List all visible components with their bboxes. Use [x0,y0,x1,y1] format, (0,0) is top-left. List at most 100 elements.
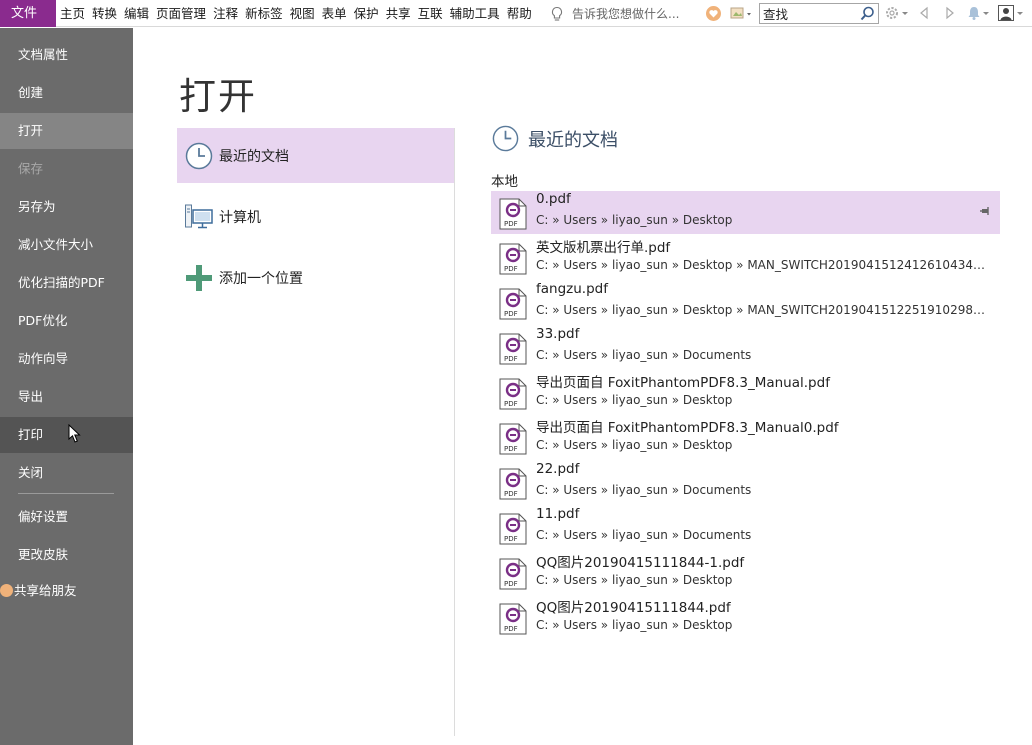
bell-icon[interactable] [966,5,982,21]
image-dropdown-icon[interactable] [730,6,754,21]
open-option-recent[interactable]: 最近的文档 [177,128,454,183]
menu-view[interactable]: 视图 [290,0,315,27]
page-title: 打开 [179,75,257,118]
sidebar-item-document-properties[interactable]: 文档属性 [0,37,133,73]
search-box [759,3,879,24]
recent-file-row[interactable]: PDF 0.pdf C: » Users » liyao_sun » Desktop [491,191,1000,234]
sidebar-item-open[interactable]: 打开 [0,113,133,149]
svg-text:PDF: PDF [504,310,518,318]
open-option-label: 添加一个位置 [219,270,303,287]
mouse-cursor-icon [68,424,81,443]
file-path: C: » Users » liyao_sun » Documents [536,528,752,542]
chevron-down-icon[interactable] [1016,5,1024,21]
file-name: 英文版机票出行单.pdf [536,240,671,256]
menu-organize[interactable]: 页面管理 [156,0,206,27]
svg-text:PDF: PDF [504,580,518,588]
recent-file-row[interactable]: PDF QQ图片20190415111844.pdf C: » Users » li… [491,596,1000,639]
file-path: C: » Users » liyao_sun » Desktop » MAN_S… [536,303,986,317]
svg-text:PDF: PDF [504,445,518,453]
pdf-file-icon: PDF [499,378,527,410]
sidebar-item-save-as[interactable]: 另存为 [0,189,133,225]
recent-file-row[interactable]: PDF 导出页面自 FoxitPhantomPDF8.3_Manual0.pdf C… [491,416,1000,459]
svg-text:PDF: PDF [504,490,518,498]
sidebar-item-print[interactable]: 打印 [0,417,133,453]
pdf-file-icon: PDF [499,513,527,545]
sidebar-item-reduce-size[interactable]: 减小文件大小 [0,227,133,263]
search-icon[interactable] [859,5,876,22]
sidebar-item-preferences[interactable]: 偏好设置 [0,499,133,535]
pin-icon[interactable] [980,206,992,216]
menu-new-tab[interactable]: 新标签 [245,0,283,27]
menu-protect[interactable]: 保护 [354,0,379,27]
svg-text:PDF: PDF [504,625,518,633]
menu-convert[interactable]: 转换 [92,0,117,27]
recent-file-row[interactable]: PDF 11.pdf C: » Users » liyao_sun » Docume… [491,506,1000,549]
file-path: C: » Users » liyao_sun » Desktop [536,438,733,452]
menu-edit[interactable]: 编辑 [124,0,149,27]
menu-file-tab[interactable]: 文件 [0,0,56,27]
svg-text:PDF: PDF [504,220,518,228]
sidebar-item-share[interactable]: 共享给朋友 [0,573,133,609]
recent-documents-title: 最近的文档 [528,129,618,151]
open-option-computer[interactable]: 计算机 [177,189,454,244]
recent-file-row[interactable]: PDF 22.pdf C: » Users » liyao_sun » Docume… [491,461,1000,504]
menu-share[interactable]: 共享 [386,0,411,27]
chevron-down-icon[interactable] [901,5,909,21]
heart-icon[interactable] [706,6,721,21]
pdf-file-icon: PDF [499,333,527,365]
recent-file-row[interactable]: PDF 33.pdf C: » Users » liyao_sun » Docume… [491,326,1000,369]
arrow-right-icon[interactable] [942,5,958,21]
file-name: 33.pdf [536,326,580,342]
sidebar-item-pdf-optimize[interactable]: PDF优化 [0,303,133,339]
file-path: C: » Users » liyao_sun » Desktop » MAN_S… [536,258,986,272]
tell-me-box[interactable]: 告诉我您想做什么... [550,0,679,27]
pdf-file-icon: PDF [499,468,527,500]
svg-text:PDF: PDF [504,535,518,543]
file-path: C: » Users » liyao_sun » Desktop [536,213,733,227]
chevron-down-icon[interactable] [982,5,990,21]
panel-divider [454,128,455,736]
user-avatar-icon[interactable] [998,5,1014,21]
file-path: C: » Users » liyao_sun » Documents [536,483,752,497]
file-path: C: » Users » liyao_sun » Desktop [536,393,733,407]
open-option-label: 计算机 [219,209,261,226]
sidebar-item-create[interactable]: 创建 [0,75,133,111]
pdf-file-icon: PDF [499,603,527,635]
menu-home[interactable]: 主页 [60,0,85,27]
open-option-add-location[interactable]: 添加一个位置 [177,250,454,305]
file-name: QQ图片20190415111844-1.pdf [536,555,745,571]
recent-file-row[interactable]: PDF QQ图片20190415111844-1.pdf C: » Users » … [491,551,1000,594]
recent-file-row[interactable]: PDF 导出页面自 FoxitPhantomPDF8.3_Manual.pdf C:… [491,371,1000,414]
sidebar-item-optimize-scanned[interactable]: 优化扫描的PDF [0,265,133,301]
file-name: 导出页面自 FoxitPhantomPDF8.3_Manual.pdf [536,375,830,391]
file-name: QQ图片20190415111844.pdf [536,600,731,616]
sidebar-item-change-skin[interactable]: 更改皮肤 [0,537,133,573]
recent-file-row[interactable]: PDF 英文版机票出行单.pdf C: » Users » liyao_sun » … [491,236,1000,279]
sidebar-item-close[interactable]: 关闭 [0,455,133,491]
arrow-left-icon[interactable] [916,5,932,21]
menu-items: 主页 转换 编辑 页面管理 注释 新标签 视图 表单 保护 共享 互联 辅助工具… [60,0,539,27]
menu-help[interactable]: 帮助 [507,0,532,27]
open-option-label: 最近的文档 [219,148,289,165]
file-name: 22.pdf [536,461,580,477]
gear-icon[interactable] [884,5,900,21]
file-path: C: » Users » liyao_sun » Documents [536,348,752,362]
search-input[interactable] [763,5,859,22]
sidebar-item-action-wizard[interactable]: 动作向导 [0,341,133,377]
menu-connect[interactable]: 互联 [418,0,443,27]
clock-icon [492,125,519,152]
pdf-file-icon: PDF [499,423,527,455]
file-name: fangzu.pdf [536,281,608,297]
clock-icon [185,142,213,169]
menu-accessibility[interactable]: 辅助工具 [450,0,500,27]
file-name: 导出页面自 FoxitPhantomPDF8.3_Manual0.pdf [536,420,839,436]
sidebar-item-export[interactable]: 导出 [0,379,133,415]
pdf-file-icon: PDF [499,198,527,230]
lightbulb-icon [551,6,563,21]
recent-file-row[interactable]: PDF fangzu.pdf C: » Users » liyao_sun » De… [491,281,1000,324]
menu-comment[interactable]: 注释 [213,0,238,27]
sidebar-item-save[interactable]: 保存 [0,151,133,187]
pdf-file-icon: PDF [499,288,527,320]
svg-text:PDF: PDF [504,265,518,273]
menu-form[interactable]: 表单 [322,0,347,27]
